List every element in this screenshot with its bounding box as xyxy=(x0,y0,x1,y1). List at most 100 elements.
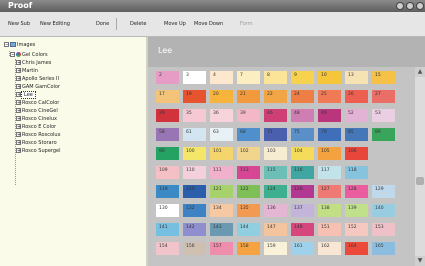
color-swatch[interactable]: 157 xyxy=(210,242,233,255)
form-button[interactable]: Form xyxy=(240,19,253,29)
color-swatch[interactable]: 137 xyxy=(291,204,314,217)
tree-item-rosco-cinelux[interactable]: +Rosco Cinelux xyxy=(16,115,57,123)
color-swatch[interactable]: 110 xyxy=(183,166,206,179)
vertical-scrollbar[interactable]: ▲ ▼ xyxy=(415,67,425,266)
color-swatch[interactable]: 115 xyxy=(264,166,287,179)
color-swatch[interactable]: 39 xyxy=(237,109,260,122)
color-swatch[interactable]: 151 xyxy=(318,223,341,236)
color-swatch[interactable]: 105 xyxy=(318,147,341,160)
scroll-up-arrow-icon[interactable]: ▲ xyxy=(415,67,425,77)
expand-icon[interactable]: + xyxy=(16,100,21,106)
color-swatch[interactable]: 7 xyxy=(237,71,260,84)
expand-icon[interactable]: + xyxy=(16,84,21,90)
expand-icon[interactable]: + xyxy=(16,76,21,82)
color-swatch[interactable]: 104 xyxy=(291,147,314,160)
tree-item-rosco-e-color[interactable]: +Rosco E Color xyxy=(16,123,56,131)
tree-item-chris-james[interactable]: +Chris James xyxy=(16,59,51,67)
color-swatch[interactable]: 17 xyxy=(156,90,179,103)
color-swatch[interactable]: 164 xyxy=(345,242,368,255)
expand-icon[interactable]: + xyxy=(16,148,21,154)
color-swatch[interactable]: 130 xyxy=(156,204,179,217)
expand-icon[interactable]: + xyxy=(16,116,21,122)
tree-item-rosco-roscolux[interactable]: +Rosco Roscolux xyxy=(16,131,61,139)
expand-icon[interactable]: + xyxy=(16,124,21,130)
color-swatch[interactable]: 15 xyxy=(372,71,395,84)
color-swatch[interactable]: 139 xyxy=(345,204,368,217)
color-swatch[interactable]: 121 xyxy=(210,185,233,198)
color-swatch[interactable]: 68 xyxy=(237,128,260,141)
color-swatch[interactable]: 79 xyxy=(318,128,341,141)
color-swatch[interactable]: 25 xyxy=(318,90,341,103)
color-swatch[interactable]: 113 xyxy=(237,166,260,179)
color-swatch[interactable]: 29 xyxy=(156,109,179,122)
color-swatch[interactable]: 143 xyxy=(210,223,233,236)
tree-item-martin[interactable]: +Martin xyxy=(16,67,38,75)
color-swatch[interactable]: 71 xyxy=(264,128,287,141)
color-swatch[interactable]: 102 xyxy=(237,147,260,160)
color-swatch[interactable]: 58 xyxy=(156,128,179,141)
color-swatch[interactable]: 90 xyxy=(156,147,179,160)
tree-item-apollo[interactable]: +Apollo Series II xyxy=(16,75,59,83)
tree-item-rosco-supergel[interactable]: +Rosco Supergel xyxy=(16,147,61,155)
tree-item-gam[interactable]: +GAM GamColor xyxy=(16,83,60,91)
color-swatch[interactable]: 134 xyxy=(210,204,233,217)
color-swatch[interactable]: 162 xyxy=(318,242,341,255)
color-swatch[interactable]: 61 xyxy=(183,128,206,141)
expand-icon[interactable]: + xyxy=(16,108,21,114)
delete-button[interactable]: Delete xyxy=(130,19,146,29)
collapse-icon[interactable]: − xyxy=(10,52,15,58)
collapse-icon[interactable]: − xyxy=(4,42,9,48)
color-swatch[interactable]: 142 xyxy=(183,223,206,236)
color-swatch[interactable]: 129 xyxy=(372,185,395,198)
scroll-thumb[interactable] xyxy=(416,177,424,185)
color-swatch[interactable]: 63 xyxy=(210,128,233,141)
color-swatch[interactable]: 10 xyxy=(318,71,341,84)
tree-item-rosco-storaro[interactable]: +Rosco Storaro xyxy=(16,139,57,147)
expand-icon[interactable]: + xyxy=(16,68,21,74)
color-swatch[interactable]: 19 xyxy=(183,90,206,103)
color-swatch[interactable]: 122 xyxy=(237,185,260,198)
color-swatch[interactable]: 138 xyxy=(318,204,341,217)
color-swatch[interactable]: 153 xyxy=(372,223,395,236)
tree-node-images[interactable]: − Images xyxy=(4,41,35,49)
color-swatch[interactable]: 35 xyxy=(183,109,206,122)
expand-icon[interactable]: + xyxy=(16,132,21,138)
done-button[interactable]: Done xyxy=(96,19,109,29)
color-swatch[interactable]: 21 xyxy=(237,90,260,103)
color-swatch[interactable]: 2 xyxy=(156,71,179,84)
color-swatch[interactable]: 161 xyxy=(291,242,314,255)
color-swatch[interactable]: 9 xyxy=(291,71,314,84)
color-swatch[interactable]: 8 xyxy=(264,71,287,84)
color-swatch[interactable]: 148 xyxy=(291,223,314,236)
color-swatch[interactable]: 101 xyxy=(210,147,233,160)
color-swatch[interactable]: 52 xyxy=(345,109,368,122)
color-swatch[interactable]: 135 xyxy=(237,204,260,217)
color-swatch[interactable]: 132 xyxy=(183,204,206,217)
color-swatch[interactable]: 152 xyxy=(345,223,368,236)
color-swatch[interactable]: 140 xyxy=(372,204,395,217)
minimize-button[interactable] xyxy=(396,2,404,10)
color-swatch[interactable]: 124 xyxy=(264,185,287,198)
color-swatch[interactable]: 100 xyxy=(183,147,206,160)
color-swatch[interactable]: 4 xyxy=(210,71,233,84)
expand-icon[interactable]: + xyxy=(16,140,21,146)
color-swatch[interactable]: 165 xyxy=(372,242,395,255)
color-swatch[interactable]: 89 xyxy=(372,128,395,141)
maximize-button[interactable] xyxy=(406,2,414,10)
color-swatch[interactable]: 46 xyxy=(264,109,287,122)
close-button[interactable] xyxy=(416,2,424,10)
color-swatch[interactable]: 120 xyxy=(183,185,206,198)
color-swatch[interactable]: 156 xyxy=(183,242,206,255)
color-swatch[interactable]: 85 xyxy=(345,128,368,141)
color-swatch[interactable]: 26 xyxy=(345,90,368,103)
color-swatch[interactable]: 136 xyxy=(264,204,287,217)
color-swatch[interactable]: 103 xyxy=(264,147,287,160)
tree-item-lee[interactable]: + Lee xyxy=(16,91,36,99)
color-swatch[interactable]: 117 xyxy=(318,166,341,179)
color-swatch[interactable]: 27 xyxy=(372,90,395,103)
color-swatch[interactable]: 141 xyxy=(156,223,179,236)
color-swatch[interactable]: 109 xyxy=(156,166,179,179)
color-swatch[interactable]: 118 xyxy=(345,166,368,179)
new-editing-button[interactable]: New Editing xyxy=(40,19,70,29)
move-up-button[interactable]: Move Up xyxy=(164,19,186,29)
